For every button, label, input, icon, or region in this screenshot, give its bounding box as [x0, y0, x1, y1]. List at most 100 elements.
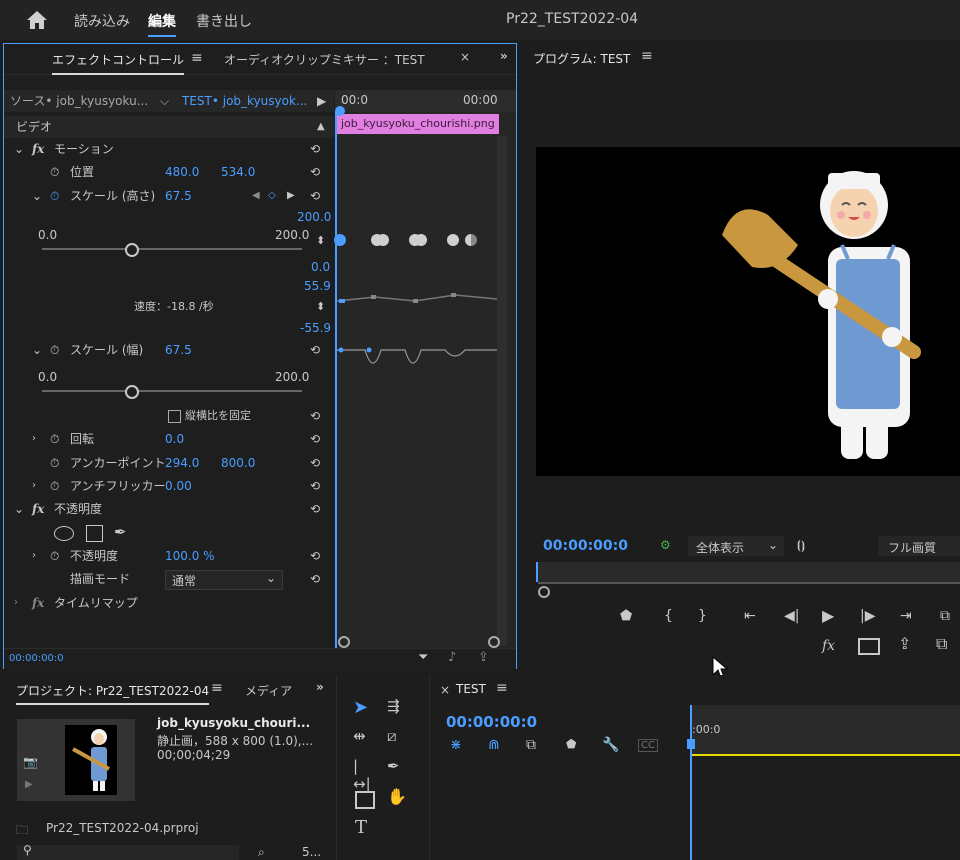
reset-icon[interactable]: ⟲ [310, 405, 320, 427]
chevron-right-icon[interactable]: › [32, 475, 36, 497]
program-video[interactable] [536, 147, 960, 476]
keyframe[interactable] [377, 234, 389, 246]
media-tab[interactable]: メディア [245, 682, 292, 699]
ellipse-mask-icon[interactable] [54, 526, 74, 541]
clip-bar[interactable]: job_kyusyoku_chourishi.png [337, 114, 499, 134]
collapse-up-icon[interactable]: ▲ [317, 116, 325, 138]
uniform-scale-checkbox[interactable] [168, 410, 181, 423]
go-to-in-icon[interactable]: ⇤ [744, 608, 756, 624]
stopwatch-active-icon[interactable]: ⏱ [50, 185, 59, 207]
chevron-down-icon[interactable]: ⌄ [14, 498, 24, 520]
prev-keyframe-icon[interactable]: ◀ [252, 185, 260, 207]
compare-icon[interactable]: ⧉ [936, 634, 947, 654]
chevron-down-icon[interactable]: ⌄ [32, 339, 42, 361]
chevron-right-icon[interactable]: › [32, 545, 36, 567]
slip-tool-icon[interactable]: |↔| [353, 757, 375, 793]
tab-audio-mixer[interactable]: オーディオクリップミキサー ：TEST [224, 51, 425, 68]
reset-icon[interactable]: ⟲ [310, 161, 320, 183]
scale-width-slider[interactable] [42, 390, 302, 392]
mark-in-icon[interactable]: { [664, 608, 673, 624]
sequence-label[interactable]: TEST• job_kyusyok... [182, 90, 307, 112]
more-panels-icon[interactable]: » [500, 49, 508, 63]
anchor-y-value[interactable]: 800.0 [221, 452, 255, 474]
timeline-timecode[interactable]: 00:00:00:0 [446, 713, 537, 731]
antiflicker-value[interactable]: 0.00 [165, 475, 192, 497]
zoom-handle-right[interactable] [488, 636, 500, 648]
value-graph[interactable] [335, 285, 497, 315]
stopwatch-icon[interactable]: ⏱ [50, 545, 59, 567]
type-tool-icon[interactable]: T [355, 817, 377, 839]
reset-icon[interactable]: ⟲ [310, 568, 320, 590]
position-y-value[interactable]: 534.0 [221, 161, 255, 183]
next-keyframe-icon[interactable]: ▶ [287, 185, 295, 207]
fx-toggle-icon[interactable]: fx [822, 638, 835, 654]
rectangle-tool-icon[interactable] [355, 791, 375, 809]
home-icon[interactable] [26, 10, 48, 30]
menu-export[interactable]: 書き出し [196, 11, 252, 31]
tab-effect-controls[interactable]: エフェクトコントロール [52, 51, 185, 75]
stopwatch-icon[interactable]: ⏱ [50, 452, 59, 474]
ec-timeline[interactable]: 00:0 00:00 job_kyusyoku_chourishi.png [334, 90, 516, 652]
anchor-x-value[interactable]: 294.0 [165, 452, 199, 474]
marker-icon[interactable]: ⬟ [566, 737, 576, 751]
find-icon[interactable]: ⌕ [258, 845, 265, 860]
pen-mask-icon[interactable]: ✒ [114, 521, 127, 543]
export-icon[interactable]: ⇪ [478, 650, 489, 665]
keyframe[interactable] [465, 234, 477, 246]
linked-selection-icon[interactable]: ⧉ [526, 737, 536, 753]
filter-icon[interactable]: ⏷ [418, 650, 428, 665]
audio-icon[interactable]: ♪ [448, 650, 456, 665]
menu-import[interactable]: 読み込み [74, 11, 130, 31]
reset-icon[interactable]: ⟲ [310, 428, 320, 450]
timeline-playhead-handle[interactable] [687, 739, 695, 749]
close-icon[interactable]: × [460, 50, 470, 64]
zoom-select[interactable]: 全体表示 ⌄ [688, 536, 784, 556]
close-icon[interactable]: × [440, 683, 450, 697]
rectangle-mask-icon[interactable] [86, 525, 103, 542]
timeline-playhead[interactable] [690, 705, 692, 860]
ec-playhead-handle[interactable] [335, 106, 345, 116]
chevron-down-icon[interactable]: ⌵ [160, 90, 169, 112]
clip-name[interactable]: job_kyusyoku_chouri... [157, 716, 310, 730]
opacity-value[interactable]: 100.0 % [165, 545, 215, 567]
program-timecode[interactable]: 00:00:00:0 [543, 538, 628, 554]
marker-icon[interactable]: ⬟ [620, 608, 632, 624]
scale-height-slider[interactable] [42, 248, 302, 250]
settings-bracket-icon[interactable]: ⦗⦘ [797, 538, 805, 553]
program-scrubber[interactable] [536, 562, 960, 582]
panel-menu-icon[interactable]: ≡ [191, 50, 203, 66]
pen-tool-icon[interactable]: ✒ [387, 757, 409, 779]
ec-timeline-ruler[interactable]: 00:0 00:00 [335, 90, 516, 112]
reset-icon[interactable]: ⟲ [310, 185, 320, 207]
play-only-icon[interactable]: ▶ [317, 90, 326, 112]
graph-options-icon[interactable]: ⬍ [316, 296, 325, 318]
insert-icon[interactable]: ⧉ [940, 608, 950, 624]
reset-icon[interactable]: ⟲ [310, 339, 320, 361]
ripple-edit-tool-icon[interactable]: ⇹ [353, 727, 375, 749]
scale-width-slider-thumb[interactable] [125, 385, 139, 399]
blend-mode-select[interactable]: 通常 ⌄ [165, 570, 283, 590]
zoom-handle-left[interactable] [338, 636, 350, 648]
source-label[interactable]: ソース• job_kyusyoku... [10, 90, 148, 112]
panel-menu-icon[interactable]: ≡ [496, 680, 508, 696]
mark-out-icon[interactable]: } [698, 608, 707, 624]
selection-tool-icon[interactable]: ➤ [353, 697, 375, 719]
timeline-ruler[interactable]: :00:0 [690, 705, 960, 755]
ec-playhead[interactable] [335, 112, 337, 652]
scale-height-slider-thumb[interactable] [125, 243, 139, 257]
reset-icon[interactable]: ⟲ [310, 498, 320, 520]
step-back-icon[interactable]: ◀| [784, 608, 799, 624]
stopwatch-icon[interactable]: ⏱ [50, 428, 59, 450]
quality-select[interactable]: フル画質 [878, 536, 960, 556]
rotation-value[interactable]: 0.0 [165, 428, 184, 450]
snap-icon[interactable]: ⋇ [450, 737, 462, 753]
project-tab[interactable]: プロジェクト: Pr22_TEST2022-04 [16, 682, 210, 705]
chevron-down-icon[interactable]: ⌄ [14, 138, 24, 160]
chevron-right-icon[interactable]: › [14, 592, 18, 614]
scale-width-value[interactable]: 67.5 [165, 339, 192, 361]
razor-tool-icon[interactable]: ⧄ [387, 727, 409, 749]
panel-menu-icon[interactable]: ≡ [211, 680, 223, 696]
scale-height-value[interactable]: 67.5 [165, 185, 192, 207]
clip-thumbnail[interactable]: 📷 ▶ [17, 719, 135, 801]
go-to-out-icon[interactable]: ⇥ [900, 608, 912, 624]
